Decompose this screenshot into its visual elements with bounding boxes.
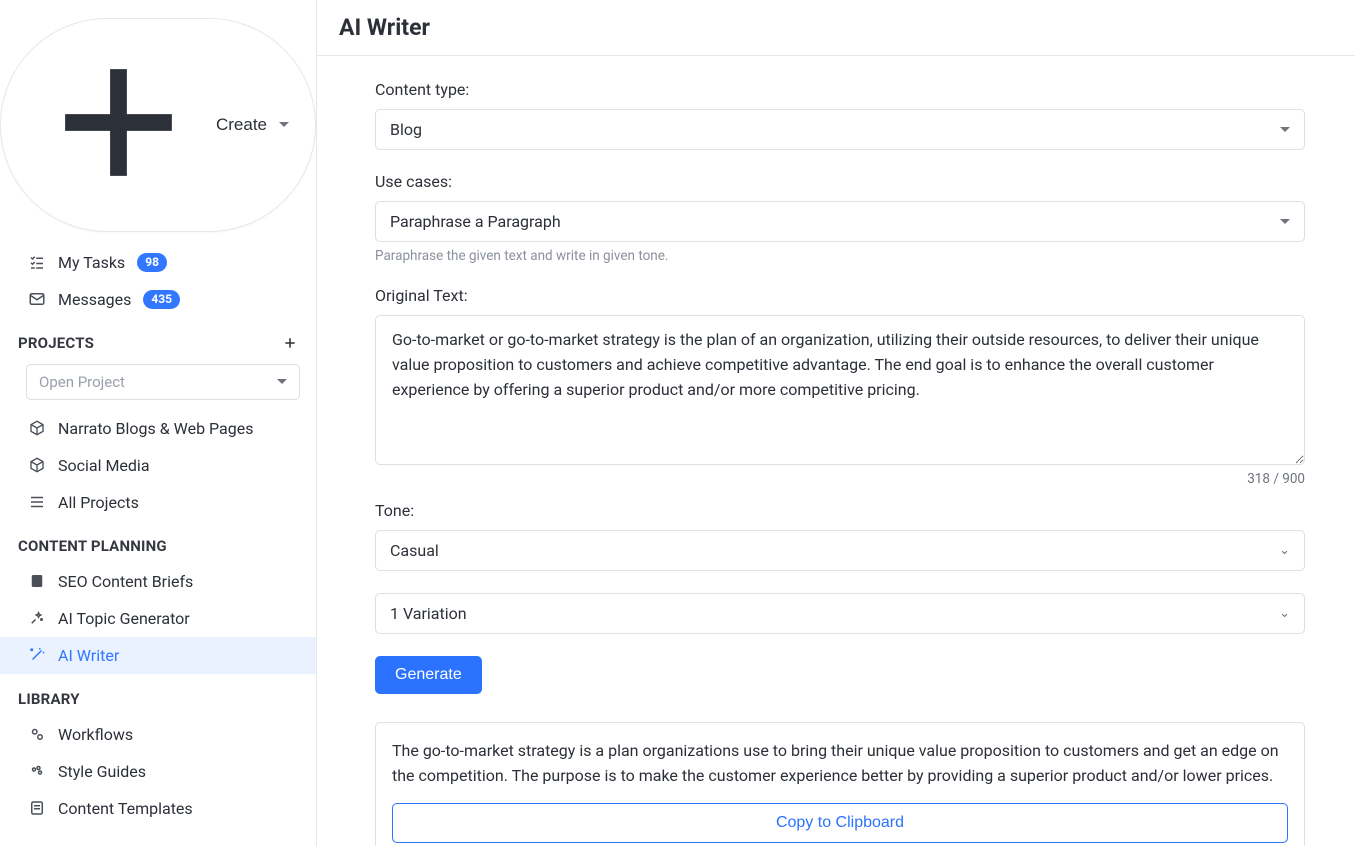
- caret-down-icon: [277, 379, 287, 384]
- field-variation: 1 Variation ⌄: [375, 593, 1305, 634]
- caret-down-icon: [1280, 127, 1290, 132]
- tone-label: Tone:: [375, 501, 1305, 520]
- projects-header-label: PROJECTS: [18, 334, 94, 352]
- sidebar-item-style-guides[interactable]: Style Guides: [0, 753, 316, 790]
- tone-select[interactable]: Casual ⌄: [375, 530, 1305, 571]
- cp-label: SEO Content Briefs: [58, 572, 193, 591]
- caret-down-icon: [1280, 219, 1290, 224]
- result-text: The go-to-market strategy is a plan orga…: [392, 739, 1288, 789]
- field-original-text: Original Text: 318 / 900: [375, 286, 1305, 487]
- main-header: AI Writer: [317, 0, 1355, 56]
- envelope-icon: [28, 290, 46, 308]
- original-text-label: Original Text:: [375, 286, 1305, 305]
- lib-label: Workflows: [58, 725, 133, 744]
- variation-select[interactable]: 1 Variation ⌄: [375, 593, 1305, 634]
- wand-icon: [28, 646, 46, 664]
- add-project-icon[interactable]: [282, 335, 298, 351]
- chevron-down-icon: ⌄: [1279, 543, 1290, 558]
- caret-down-icon: [279, 122, 289, 127]
- open-project-select[interactable]: Open Project: [26, 364, 300, 400]
- content-type-select[interactable]: Blog: [375, 109, 1305, 150]
- plus-icon: [27, 31, 210, 219]
- project-label: Social Media: [58, 456, 150, 475]
- create-button[interactable]: Create: [0, 18, 316, 232]
- use-cases-value: Paraphrase a Paragraph: [390, 212, 561, 231]
- note-icon: [28, 572, 46, 590]
- gears-icon: [28, 725, 46, 743]
- sidebar: Create My Tasks 98 Messages 435 PROJECTS…: [0, 0, 317, 846]
- my-tasks-badge: 98: [137, 253, 167, 271]
- cube-icon: [28, 456, 46, 474]
- cp-label: AI Writer: [58, 646, 119, 665]
- content-planning-header-label: CONTENT PLANNING: [18, 537, 167, 555]
- messages-badge: 435: [143, 290, 180, 308]
- generate-button[interactable]: Generate: [375, 656, 482, 694]
- sparkle-icon: [28, 609, 46, 627]
- chevron-down-icon: ⌄: [1279, 606, 1290, 621]
- main-body: Content type: Blog Use cases: Paraphrase…: [317, 56, 1355, 846]
- field-use-cases: Use cases: Paraphrase a Paragraph Paraph…: [375, 172, 1305, 264]
- use-cases-label: Use cases:: [375, 172, 1305, 191]
- sidebar-item-messages[interactable]: Messages 435: [0, 281, 316, 318]
- field-tone: Tone: Casual ⌄: [375, 501, 1305, 571]
- cp-label: AI Topic Generator: [58, 609, 190, 628]
- section-content-planning-header: CONTENT PLANNING: [0, 521, 316, 563]
- char-count: 318 / 900: [375, 471, 1305, 487]
- my-tasks-label: My Tasks: [58, 253, 125, 272]
- messages-label: Messages: [58, 290, 131, 309]
- cube-icon: [28, 419, 46, 437]
- sidebar-item-narrato-blogs[interactable]: Narrato Blogs & Web Pages: [0, 410, 316, 447]
- lib-label: Content Templates: [58, 799, 193, 818]
- copy-to-clipboard-button[interactable]: Copy to Clipboard: [392, 803, 1288, 843]
- template-icon: [28, 799, 46, 817]
- sidebar-item-ai-topic-generator[interactable]: AI Topic Generator: [0, 600, 316, 637]
- library-header-label: LIBRARY: [18, 690, 80, 708]
- main: AI Writer Content type: Blog Use cases: …: [317, 0, 1355, 846]
- section-team-header: TEAM: [0, 827, 316, 846]
- result-card: The go-to-market strategy is a plan orga…: [375, 722, 1305, 846]
- sidebar-item-seo-briefs[interactable]: SEO Content Briefs: [0, 563, 316, 600]
- open-project-placeholder: Open Project: [39, 373, 125, 391]
- sidebar-item-all-projects[interactable]: All Projects: [0, 484, 316, 521]
- create-wrap: Create: [0, 0, 316, 244]
- project-label: All Projects: [58, 493, 139, 512]
- use-cases-helper: Paraphrase the given text and write in g…: [375, 248, 1305, 264]
- project-label: Narrato Blogs & Web Pages: [58, 419, 253, 438]
- sidebar-item-my-tasks[interactable]: My Tasks 98: [0, 244, 316, 281]
- sidebar-item-workflows[interactable]: Workflows: [0, 716, 316, 753]
- page-title: AI Writer: [339, 14, 1333, 41]
- palette-icon: [28, 762, 46, 780]
- lib-label: Style Guides: [58, 762, 146, 781]
- tone-value: Casual: [390, 541, 439, 560]
- tasks-icon: [28, 253, 46, 271]
- sidebar-item-social-media[interactable]: Social Media: [0, 447, 316, 484]
- create-label: Create: [216, 115, 267, 135]
- field-content-type: Content type: Blog: [375, 80, 1305, 150]
- original-text-input[interactable]: [375, 315, 1305, 465]
- content-type-label: Content type:: [375, 80, 1305, 99]
- use-cases-select[interactable]: Paraphrase a Paragraph: [375, 201, 1305, 242]
- variation-value: 1 Variation: [390, 604, 467, 623]
- section-library-header: LIBRARY: [0, 674, 316, 716]
- sidebar-item-ai-writer[interactable]: AI Writer: [0, 637, 316, 674]
- section-projects-header: PROJECTS: [0, 318, 316, 360]
- list-icon: [28, 493, 46, 511]
- sidebar-item-content-templates[interactable]: Content Templates: [0, 790, 316, 827]
- content-type-value: Blog: [390, 120, 422, 139]
